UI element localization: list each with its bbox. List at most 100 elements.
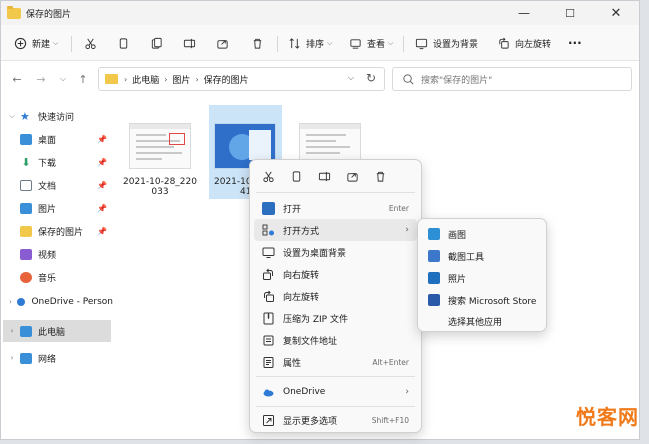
rotate-left-label: 向左旋转 — [515, 39, 552, 50]
sidebar-item-network[interactable]: › 网络 — [7, 347, 111, 369]
scissors-icon[interactable] — [261, 169, 275, 183]
view-button[interactable]: 查看 ⌵ — [348, 33, 393, 53]
pin-icon: 📌 — [97, 157, 107, 167]
sidebar-item-music[interactable]: 音乐 — [17, 266, 111, 288]
sidebar-item-label: 下载 — [38, 158, 57, 169]
sidebar-item-downloads[interactable]: ⬇ 下载 📌 — [17, 151, 111, 173]
copy-icon[interactable] — [289, 169, 303, 183]
new-label: 新建 — [32, 39, 51, 50]
sidebar-item-label: 文档 — [38, 181, 57, 192]
music-icon — [20, 271, 32, 283]
maximize-button[interactable]: ☐ — [547, 1, 593, 25]
menu-item-open-with[interactable]: 打开方式 › — [254, 219, 417, 241]
divider — [256, 192, 415, 193]
sidebar-item-desktop[interactable]: 桌面 📌 — [17, 128, 111, 150]
chevron-down-icon: ⌵ — [9, 111, 15, 120]
shortcut-hint: Enter — [388, 203, 409, 213]
menu-item-label: 向右旋转 — [283, 270, 320, 281]
minimize-button[interactable]: — — [501, 1, 547, 25]
sidebar-item-videos[interactable]: 视频 — [17, 243, 111, 265]
menu-item-set-desktop-background[interactable]: 设置为桌面背景 — [254, 241, 417, 263]
close-button[interactable]: ✕ — [593, 1, 639, 25]
rename-button[interactable] — [182, 33, 196, 53]
sidebar-item-saved-pictures[interactable]: 保存的图片 📌 — [17, 220, 111, 242]
submenu-item-snipping-tool[interactable]: 截图工具 — [422, 245, 542, 267]
navigation-pane: ⌵ ★ 快速访问 桌面 📌 ⬇ 下载 📌 文档 📌 图片 📌 保存的图片 📌 视… — [1, 101, 113, 439]
menu-item-show-more-options[interactable]: 显示更多选项 Shift+F10 — [254, 409, 417, 431]
menu-item-label: OneDrive — [283, 387, 326, 397]
menu-item-compress-zip[interactable]: 压缩为 ZIP 文件 — [254, 307, 417, 329]
set-background-button[interactable]: 设置为背景 — [414, 33, 478, 53]
image-thumbnail — [129, 123, 191, 169]
paste-button[interactable] — [149, 33, 163, 53]
command-bar: 新建 ⌵ 排序 ⌵ 查看 ⌵ 设置为背景 向左旋转 ··· — [1, 25, 639, 61]
computer-icon — [20, 325, 32, 337]
share-icon[interactable] — [345, 169, 359, 183]
menu-item-copy-path[interactable]: 复制文件地址 — [254, 329, 417, 351]
sidebar-item-label: 音乐 — [38, 273, 57, 284]
refresh-icon[interactable]: ↻ — [366, 71, 376, 85]
cut-button[interactable] — [83, 33, 97, 53]
menu-item-label: 设置为桌面背景 — [283, 248, 347, 259]
paint-app-icon — [428, 228, 440, 240]
breadcrumb-pictures[interactable]: 图片 — [172, 73, 190, 86]
sidebar-item-documents[interactable]: 文档 📌 — [17, 174, 111, 196]
file-name: 2021-10-28_220 — [123, 177, 197, 187]
submenu-item-microsoft-store[interactable]: 搜索 Microsoft Store — [422, 289, 542, 311]
pin-icon: 📌 — [97, 180, 107, 190]
delete-button[interactable] — [250, 33, 264, 53]
copy-path-icon — [262, 334, 275, 347]
submenu-item-photos[interactable]: 照片 — [422, 267, 542, 289]
sidebar-item-quick-access[interactable]: ⌵ ★ 快速访问 — [7, 105, 111, 127]
address-bar[interactable]: › 此电脑 › 图片 › 保存的图片 ⌵ ↻ — [98, 67, 385, 91]
network-icon — [20, 352, 32, 364]
more-button[interactable]: ··· — [568, 33, 582, 53]
image-open-icon — [262, 201, 275, 215]
menu-item-onedrive[interactable]: OneDrive › — [254, 381, 417, 403]
sort-button[interactable]: 排序 ⌵ — [287, 33, 332, 53]
chevron-right-icon: › — [195, 74, 199, 84]
new-button[interactable]: 新建 ⌵ — [13, 33, 58, 53]
recent-chevron-icon[interactable]: ⌵ — [55, 71, 71, 87]
breadcrumb-this-pc[interactable]: 此电脑 — [132, 73, 159, 86]
chevron-down-icon[interactable]: ⌵ — [348, 73, 354, 83]
sidebar-item-label: 快速访问 — [38, 112, 75, 123]
file-item[interactable]: 2021-10-28_220 033 — [123, 123, 197, 197]
copy-button[interactable] — [116, 33, 130, 53]
plus-circle-icon — [13, 36, 27, 50]
document-icon — [20, 179, 32, 191]
sort-icon — [287, 36, 301, 50]
rename-icon[interactable] — [317, 169, 331, 183]
breadcrumb-saved-pictures[interactable]: 保存的图片 — [204, 73, 249, 86]
search-input[interactable]: 搜索"保存的图片" — [392, 67, 632, 91]
pin-icon: 📌 — [97, 203, 107, 213]
chevron-down-icon: ⌵ — [53, 38, 59, 47]
file-name-continued: 033 — [151, 187, 169, 197]
back-arrow-icon[interactable]: ← — [9, 71, 25, 87]
rotate-left-icon — [496, 36, 510, 50]
menu-item-label: 打开 — [283, 204, 302, 215]
sidebar-item-label: 保存的图片 — [38, 227, 84, 238]
menu-item-properties[interactable]: 属性 Alt+Enter — [254, 351, 417, 373]
submenu-item-label: 截图工具 — [448, 252, 485, 263]
pin-icon: 📌 — [97, 134, 107, 144]
navigation-row: ← → ⌵ ↑ › 此电脑 › 图片 › 保存的图片 ⌵ ↻ 搜索"保存的图片" — [1, 63, 639, 95]
forward-arrow-icon[interactable]: → — [33, 71, 49, 87]
folder-icon — [105, 74, 118, 84]
menu-item-open[interactable]: 打开 Enter — [254, 197, 417, 219]
submenu-item-choose-other-app[interactable]: 选择其他应用 — [422, 310, 542, 332]
menu-item-rotate-right[interactable]: 向右旋转 — [254, 263, 417, 285]
submenu-item-paint[interactable]: 画图 — [422, 223, 542, 245]
chevron-down-icon: ⌵ — [327, 38, 333, 47]
sidebar-item-pictures[interactable]: 图片 📌 — [17, 197, 111, 219]
photos-app-icon — [428, 272, 440, 284]
menu-item-rotate-left[interactable]: 向左旋转 — [254, 285, 417, 307]
share-button[interactable] — [215, 33, 229, 53]
rotate-left-button[interactable]: 向左旋转 — [496, 33, 551, 53]
sidebar-item-onedrive[interactable]: › OneDrive - Person — [7, 291, 113, 313]
trash-icon[interactable] — [373, 169, 387, 183]
view-label: 查看 — [367, 39, 386, 50]
up-arrow-icon[interactable]: ↑ — [75, 71, 91, 87]
sidebar-item-this-pc[interactable]: › 此电脑 — [3, 320, 111, 342]
menu-item-label: 向左旋转 — [283, 292, 320, 303]
